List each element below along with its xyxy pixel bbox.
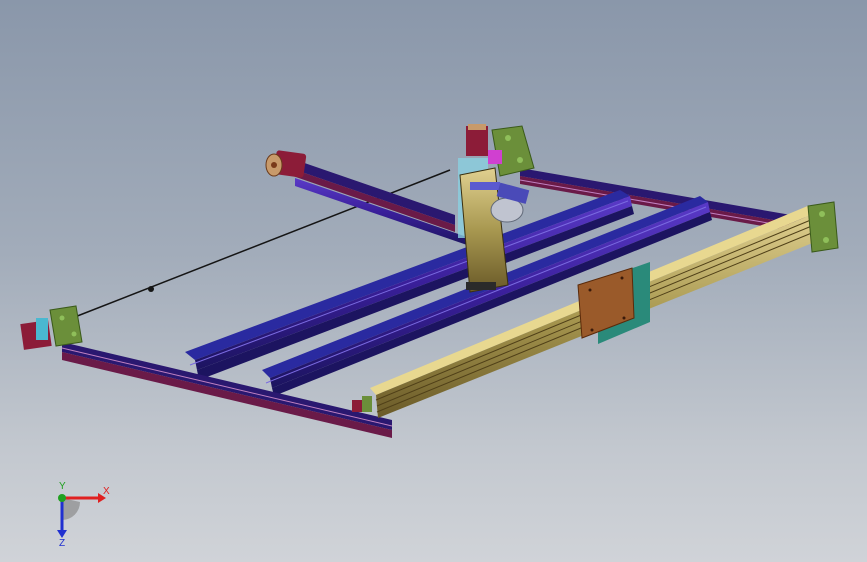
cad-3d-viewport[interactable]: X Y Z [0, 0, 867, 562]
motor-front-left[interactable] [20, 305, 83, 350]
cable-clip [148, 286, 154, 292]
coordinate-triad[interactable]: X Y Z [40, 480, 120, 550]
triad-plane-icon [62, 498, 80, 520]
gantry-assembly-model[interactable] [0, 0, 867, 562]
y-axis-dot [58, 494, 66, 502]
y-carriage-plate[interactable] [577, 262, 650, 344]
z-axis-label: Z [59, 538, 65, 549]
right-end-bracket[interactable] [807, 201, 839, 253]
z-axis-arrowhead [57, 530, 67, 538]
x-axis-label: X [103, 486, 110, 497]
back-rail[interactable] [290, 158, 470, 246]
motor-back-left[interactable] [265, 150, 307, 178]
rail-end-block-mid [362, 396, 372, 412]
y-axis-label: Y [59, 481, 66, 492]
